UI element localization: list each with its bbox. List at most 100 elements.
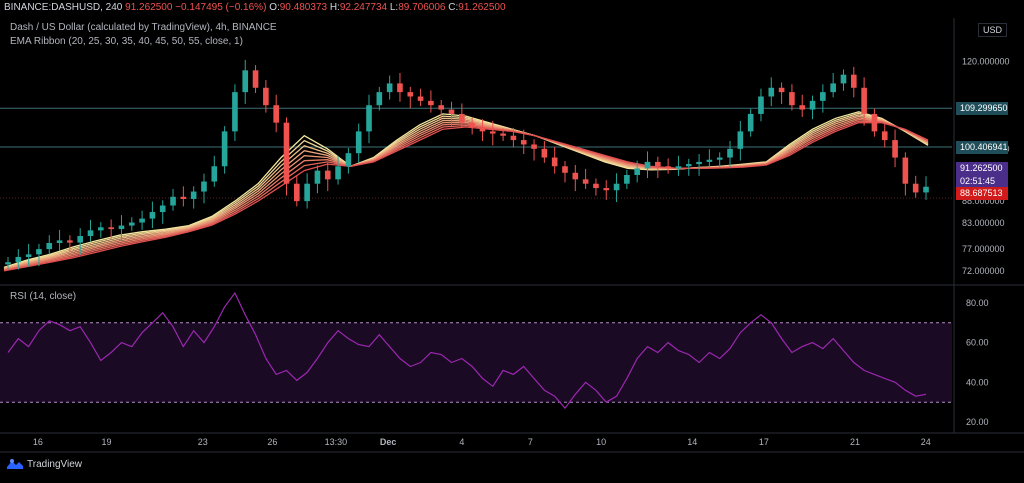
candle-body	[283, 122, 290, 184]
candle-body	[551, 157, 558, 167]
candle-body	[593, 183, 599, 189]
candle-body	[840, 74, 847, 84]
candle-body	[263, 87, 269, 106]
candle-body	[489, 131, 496, 134]
price-tag: 109.299650	[956, 102, 1008, 116]
candle-body	[747, 113, 754, 132]
candle-body	[655, 161, 661, 167]
rsi-tick-label: 60.00	[966, 338, 989, 348]
candle-body	[77, 236, 84, 243]
ema-50	[3, 120, 929, 272]
candle-body	[541, 148, 548, 158]
candle-body	[149, 212, 156, 219]
candle-body	[820, 92, 826, 101]
candle-body	[778, 87, 785, 93]
candle-body	[727, 148, 733, 158]
candle-body	[737, 131, 744, 149]
time-tick-label: 13:30	[325, 437, 348, 447]
time-tick-label: 23	[198, 437, 208, 447]
price-tick-label: 83.000000	[962, 218, 1005, 228]
candle-body	[809, 100, 816, 110]
candle-body	[850, 74, 857, 88]
candle-body	[758, 96, 764, 114]
time-tick-label: 21	[850, 437, 860, 447]
candle-body	[242, 70, 249, 93]
candle-body	[500, 133, 506, 136]
candle-body	[624, 174, 630, 184]
time-tick-label: 10	[596, 437, 606, 447]
candle-body	[128, 222, 135, 226]
price-chart[interactable]: 72.00000077.00000083.00000088.00000094.0…	[0, 0, 1024, 483]
candle-body	[634, 168, 640, 175]
candle-body	[582, 179, 589, 184]
candle-body	[892, 140, 898, 158]
candle-body	[665, 166, 671, 169]
candle-body	[159, 205, 166, 213]
tradingview-logo[interactable]: TradingView	[6, 458, 82, 470]
candle-body	[531, 144, 537, 149]
candle-body	[190, 191, 197, 199]
ema-35	[3, 115, 929, 270]
time-tick-label: 4	[459, 437, 464, 447]
candle-body	[252, 70, 259, 88]
candle-body	[397, 83, 403, 93]
time-tick-label: 16	[33, 437, 43, 447]
ema-20	[3, 111, 929, 269]
rsi-band	[0, 322, 952, 403]
tradingview-logo-text: TradingView	[27, 458, 83, 470]
candle-body	[459, 113, 465, 123]
candle-body	[912, 183, 919, 193]
time-tick-label: 17	[759, 437, 769, 447]
candle-body	[696, 161, 702, 165]
candle-body	[871, 113, 878, 132]
candle-body	[355, 131, 362, 154]
candle-body	[644, 161, 651, 169]
ema-40	[3, 117, 929, 271]
price-tag: 91.262500	[956, 162, 1008, 175]
candle-body	[201, 181, 207, 192]
ema-30	[3, 114, 929, 270]
candle-body	[335, 166, 341, 180]
candle-body	[170, 196, 176, 206]
candle-body	[562, 166, 568, 173]
candle-body	[345, 153, 352, 167]
candle-body	[376, 92, 383, 106]
candle-body	[417, 96, 424, 101]
candle-body	[67, 240, 73, 243]
candle-body	[108, 227, 114, 230]
candle-body	[438, 105, 445, 110]
ema-45	[3, 118, 929, 271]
candle-body	[789, 92, 795, 106]
rsi-tick-label: 40.00	[966, 377, 989, 387]
candle-body	[902, 157, 909, 184]
candle-body	[314, 170, 321, 184]
candle-body	[46, 243, 53, 250]
candle-body	[603, 188, 610, 191]
candle-body	[768, 87, 775, 97]
candle-body	[572, 172, 579, 180]
candle-body	[211, 166, 218, 182]
candle-body	[366, 105, 372, 132]
time-tick-label: 26	[267, 437, 277, 447]
candle-body	[232, 92, 238, 132]
candle-body	[675, 166, 682, 169]
candle-body	[613, 183, 620, 191]
candle-body	[139, 218, 145, 223]
candle-body	[15, 256, 22, 263]
candle-body	[520, 140, 527, 145]
candle-body	[386, 83, 393, 93]
candle-body	[428, 100, 434, 106]
candle-body	[5, 262, 11, 265]
time-tick-label: 24	[921, 437, 931, 447]
price-tick-label: 120.000000	[962, 57, 1010, 67]
candle-body	[407, 92, 414, 97]
rsi-tick-label: 80.00	[966, 298, 989, 308]
candle-body	[98, 227, 104, 231]
candle-body	[180, 196, 187, 199]
candle-body	[881, 131, 888, 141]
time-tick-label: 14	[687, 437, 697, 447]
candle-body	[830, 83, 836, 93]
candle-body	[685, 164, 692, 167]
ema-25	[3, 112, 929, 269]
candle-body	[87, 230, 94, 237]
